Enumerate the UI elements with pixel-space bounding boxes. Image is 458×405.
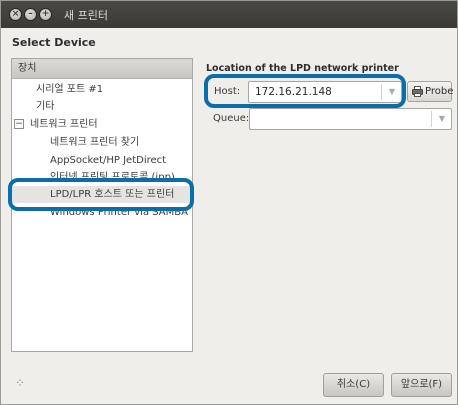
combo-divider bbox=[431, 111, 432, 127]
device-item-appsocket[interactable]: AppSocket/HP JetDirect bbox=[12, 152, 192, 169]
device-item-lpd-lpr[interactable]: LPD/LPR 호스트 또는 프린터 bbox=[12, 186, 192, 203]
list-item-label: AppSocket/HP JetDirect bbox=[50, 155, 167, 166]
dropdown-arrow-icon[interactable]: ▼ bbox=[383, 82, 401, 102]
close-icon: × bbox=[11, 9, 20, 19]
close-button[interactable]: × bbox=[9, 8, 22, 21]
maximize-icon: + bbox=[41, 9, 50, 19]
queue-label: Queue: bbox=[213, 113, 250, 124]
host-label: Host: bbox=[214, 86, 241, 97]
device-list[interactable]: 장치 시리얼 포트 #1 기타 − 네트워크 프린터 네트워크 프린터 찾기 A… bbox=[11, 58, 193, 352]
minimize-icon: – bbox=[28, 9, 33, 19]
host-combobox[interactable]: 172.16.21.148 ▼ bbox=[248, 81, 402, 103]
host-input[interactable]: 172.16.21.148 bbox=[255, 82, 332, 102]
cancel-button[interactable]: 취소(C) bbox=[323, 373, 384, 397]
list-item-label: 인터넷 프린팅 프로토콜 (ipp) bbox=[50, 172, 175, 183]
device-item-serial-port[interactable]: 시리얼 포트 #1 bbox=[12, 81, 192, 98]
minimize-button[interactable]: – bbox=[24, 8, 37, 21]
device-item-network-printer[interactable]: − 네트워크 프린터 bbox=[12, 116, 192, 133]
forward-button[interactable]: 앞으로(F) bbox=[391, 373, 452, 397]
queue-combobox[interactable]: ▼ bbox=[249, 108, 452, 130]
list-item-label: LPD/LPR 호스트 또는 프린터 bbox=[50, 189, 175, 200]
combo-divider bbox=[381, 84, 382, 100]
device-item-find-network-printer[interactable]: 네트워크 프린터 찾기 bbox=[12, 134, 192, 151]
device-list-header[interactable]: 장치 bbox=[12, 59, 192, 79]
list-item-label: 시리얼 포트 #1 bbox=[36, 84, 104, 95]
spinner-icon: ⁘ bbox=[15, 376, 26, 390]
device-item-samba[interactable]: Windows Printer via SAMBA bbox=[12, 204, 192, 221]
maximize-button[interactable]: + bbox=[39, 8, 52, 21]
page-title: Select Device bbox=[12, 36, 96, 49]
list-item-label: 네트워크 프린터 bbox=[30, 119, 98, 130]
device-item-ipp[interactable]: 인터넷 프린팅 프로토콜 (ipp) bbox=[12, 169, 192, 186]
collapse-icon[interactable]: − bbox=[14, 119, 24, 129]
window-title: 새 프린터 bbox=[64, 9, 108, 22]
list-item-label: Windows Printer via SAMBA bbox=[50, 207, 188, 218]
device-item-other[interactable]: 기타 bbox=[12, 98, 192, 115]
probe-button[interactable]: Probe bbox=[407, 81, 454, 102]
list-item-label: 기타 bbox=[36, 101, 55, 112]
title-bar: × – + 새 프린터 bbox=[1, 1, 457, 28]
probe-label: Probe bbox=[425, 86, 454, 97]
list-item-label: 네트워크 프린터 찾기 bbox=[50, 137, 140, 148]
printer-icon bbox=[412, 86, 423, 97]
section-label: Location of the LPD network printer bbox=[206, 63, 399, 74]
dropdown-arrow-icon[interactable]: ▼ bbox=[433, 109, 451, 129]
new-printer-dialog: × – + 새 프린터 Select Device 장치 시리얼 포트 #1 기… bbox=[0, 0, 458, 405]
